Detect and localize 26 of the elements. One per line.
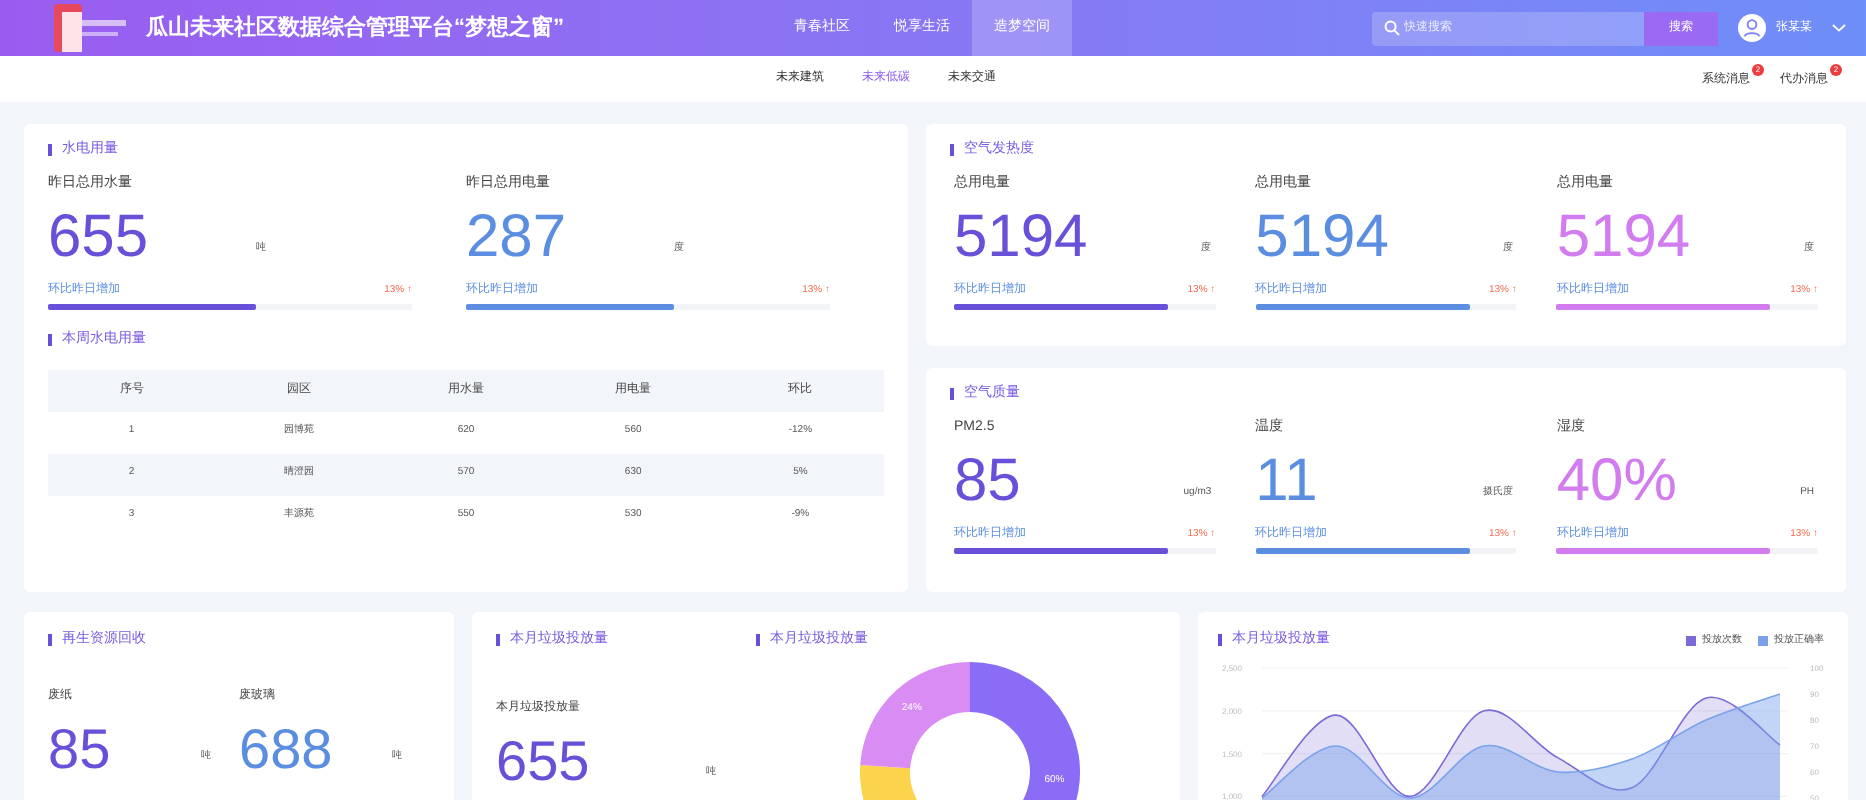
title-marker [1218,634,1222,647]
metric-value: 655 [496,729,590,793]
avatar-icon[interactable] [1738,14,1766,42]
title-marker [48,634,52,647]
title-marker [950,144,954,157]
legend-swatch [1686,635,1696,646]
app-title: 瓜山未来社区数据综合管理平台“梦想之窗” [146,13,564,44]
title-marker [496,634,500,647]
metric-value: 655 [48,204,149,272]
metric-value: 5194 [1556,204,1691,272]
metric-value: 688 [239,717,333,781]
metric-value: 287 [466,204,567,272]
title-marker [950,388,954,401]
logo-icon [54,4,130,52]
metric-value: 11 [1255,448,1318,516]
title-marker [756,634,760,647]
title-marker [48,144,52,157]
search-icon [1384,20,1400,36]
metric-value: 40% [1556,448,1677,516]
metric-value: 5194 [954,204,1088,272]
metric-value: 85 [954,448,1021,516]
legend-swatch [1758,635,1768,646]
metric-value: 85 [48,717,111,781]
metric-value: 5194 [1255,204,1389,272]
title-marker [48,334,52,347]
chevron-down-icon[interactable] [1832,24,1846,32]
